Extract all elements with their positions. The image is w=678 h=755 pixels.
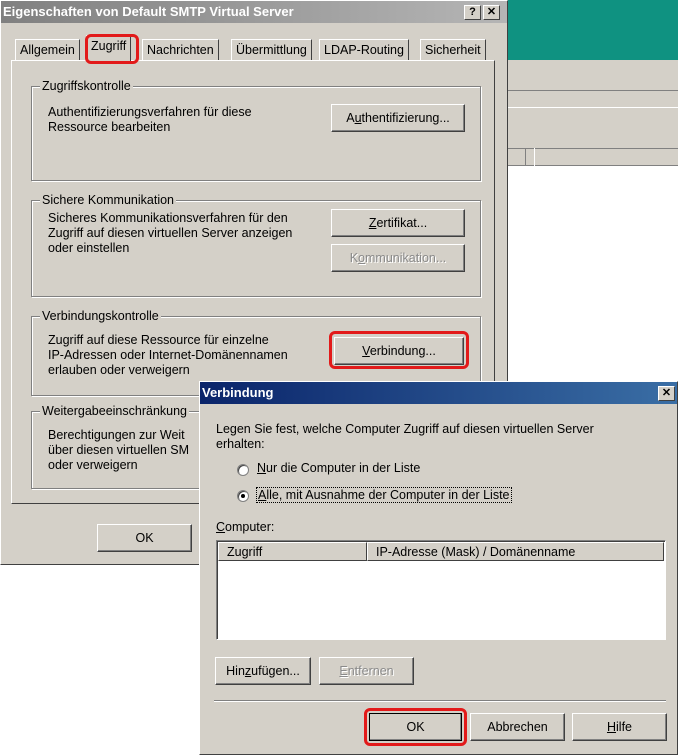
communication-button[interactable]: Kommunikation... [331, 244, 465, 272]
column-header-access[interactable]: Zugriff [218, 542, 367, 561]
help-button[interactable]: Hilfe [572, 713, 667, 741]
column-header-ip-address[interactable]: IP-Adresse (Mask) / Domänenname [367, 542, 664, 561]
background-app-titlebar [505, 0, 678, 60]
group-title: Weitergabeeinschränkung [40, 404, 190, 418]
group-title: Sichere Kommunikation [40, 193, 177, 207]
connection-dialog-titlebar[interactable]: Verbindung [200, 382, 677, 404]
tab-ldap-routing[interactable]: LDAP-Routing [319, 39, 409, 60]
properties-dialog-title: Eigenschaften von Default SMTP Virtual S… [3, 4, 294, 19]
group-secure-communication: Sichere Kommunikation Sicheres Kommunika… [31, 193, 481, 297]
tab-nachrichten[interactable]: Nachrichten [142, 39, 219, 60]
background-app-column-divider [525, 148, 535, 166]
connection-control-description: Zugriff auf diese Ressource für einzelne… [48, 333, 288, 377]
tab-sicherheit[interactable]: Sicherheit [420, 39, 486, 60]
help-question-button[interactable]: ? [464, 5, 481, 20]
add-button[interactable]: Hinzufügen... [215, 657, 311, 685]
ok-button[interactable]: OK [97, 524, 192, 552]
connection-dialog-intro: Legen Sie fest, welche Computer Zugriff … [216, 422, 594, 451]
connection-dialog: Verbindung ✕ Legen Sie fest, welche Comp… [199, 381, 678, 755]
connection-dialog-title: Verbindung [202, 385, 274, 400]
close-icon[interactable]: ✕ [658, 386, 675, 401]
close-icon[interactable]: ✕ [483, 5, 500, 20]
background-app-list [505, 166, 678, 386]
tab-allgemein[interactable]: Allgemein [15, 39, 80, 60]
group-title: Zugriffskontrolle [40, 79, 133, 93]
connection-button[interactable]: Verbindung... [334, 337, 464, 365]
computer-list[interactable]: Zugriff IP-Adresse (Mask) / Domänenname [216, 540, 666, 640]
access-control-description: Authentifizierungsverfahren für diese Re… [48, 105, 252, 134]
authentication-button[interactable]: Authentifizierung... [331, 104, 465, 132]
cancel-button[interactable]: Abbrechen [470, 713, 565, 741]
relay-restrictions-description: Berechtigungen zur Weit über diesen virt… [48, 428, 190, 472]
remove-button[interactable]: Entfernen [319, 657, 414, 685]
radio-only-listed[interactable] [237, 464, 249, 476]
certificate-button[interactable]: Zertifikat... [331, 209, 465, 237]
dialog-ok-button[interactable]: OK [369, 713, 462, 741]
radio-all-except-listed-label[interactable]: Alle, mit Ausnahme der Computer in der L… [256, 487, 512, 503]
group-access-control: Zugriffskontrolle Authentifizierungsverf… [31, 79, 481, 181]
dialog-separator [214, 700, 666, 702]
tab-uebermittlung[interactable]: Übermittlung [231, 39, 312, 60]
computers-label: Computer: [216, 520, 275, 534]
radio-all-except-listed[interactable] [237, 490, 249, 502]
secure-communication-description: Sicheres Kommunikationsverfahren für den… [48, 211, 293, 255]
background-app-divider [505, 90, 678, 108]
properties-dialog-titlebar[interactable]: Eigenschaften von Default SMTP Virtual S… [1, 1, 507, 23]
radio-only-listed-label[interactable]: Nur die Computer in der Liste [257, 461, 420, 475]
group-title: Verbindungskontrolle [40, 309, 161, 323]
tab-zugriff[interactable]: Zugriff [86, 35, 132, 61]
